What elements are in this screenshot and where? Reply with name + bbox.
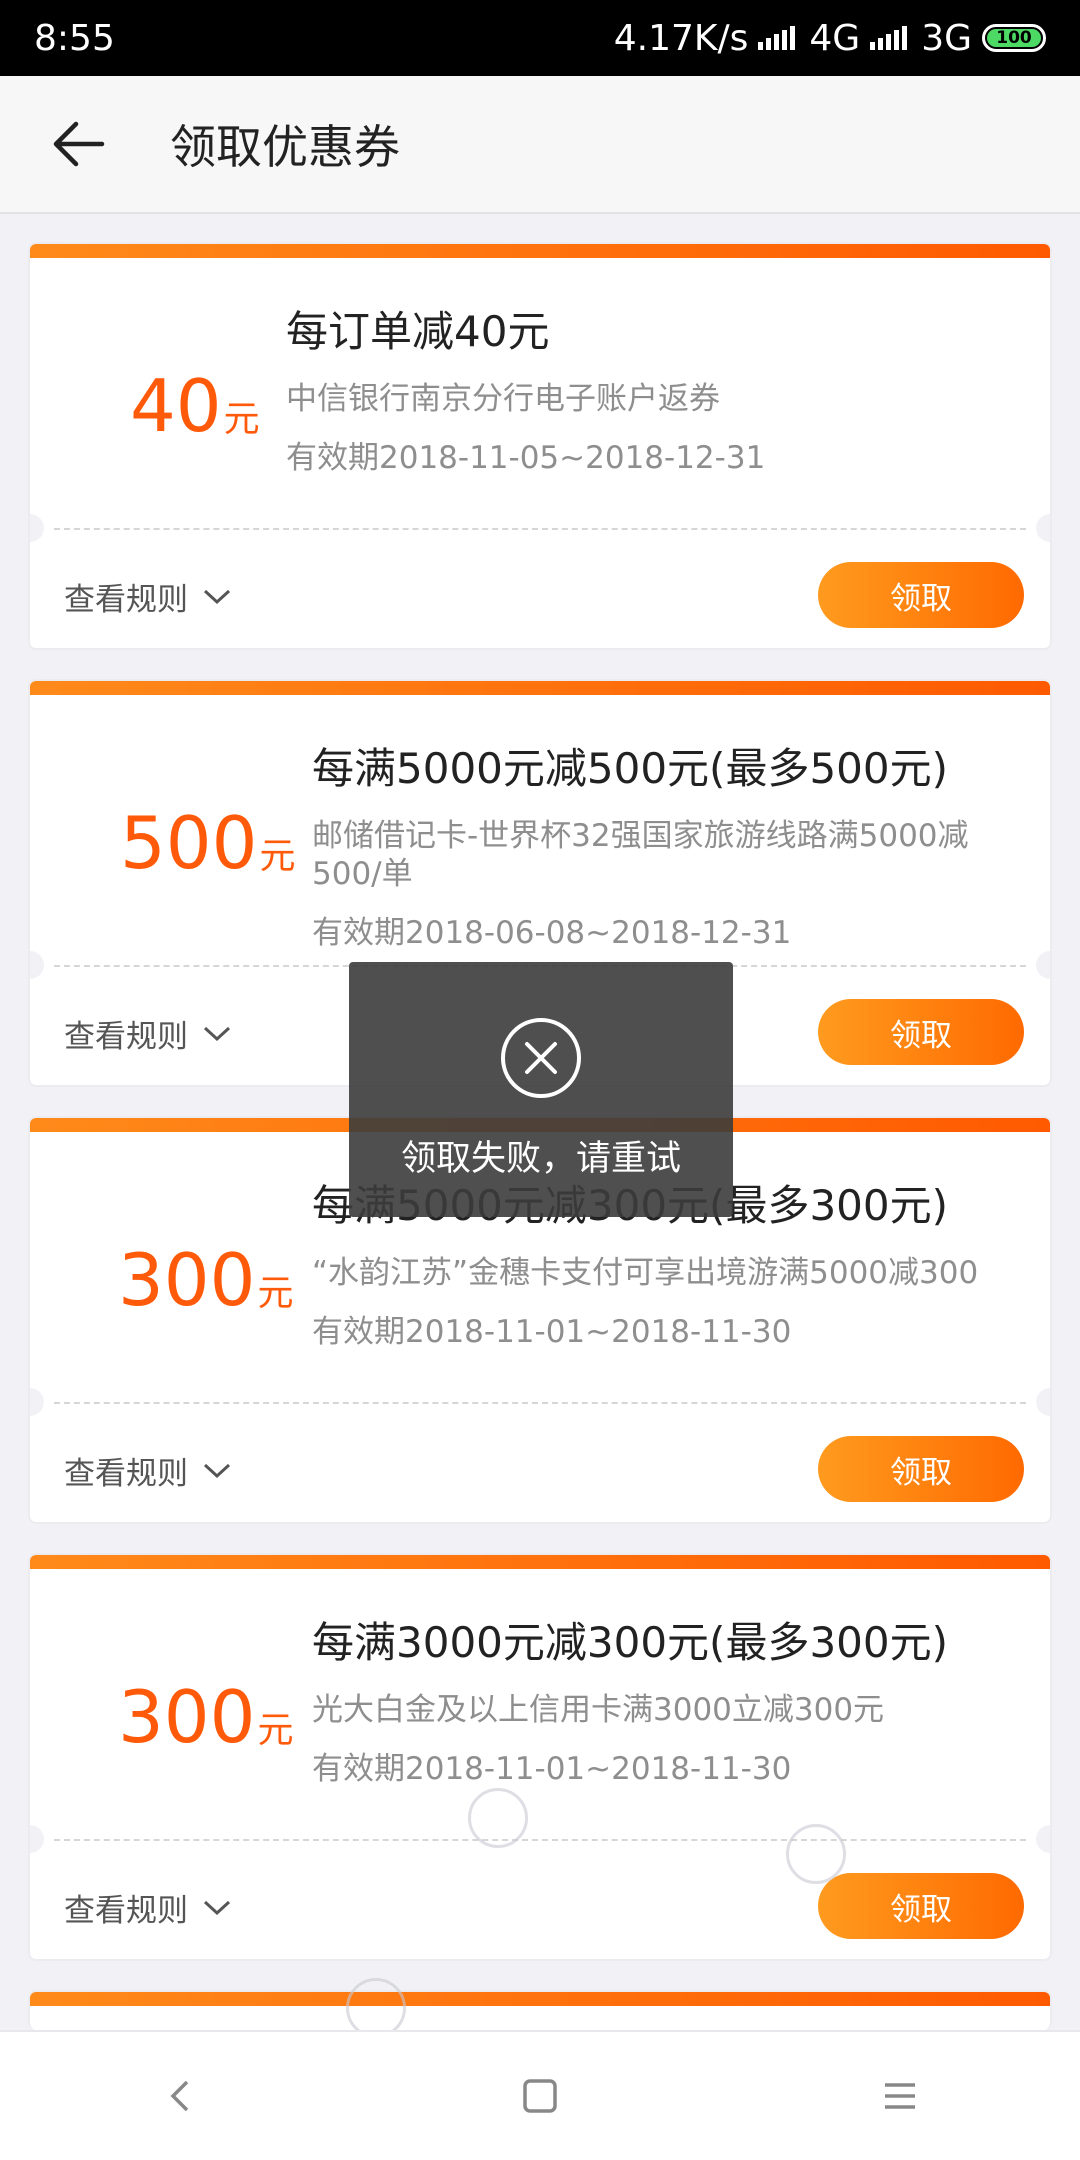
card-accent-bar: [30, 1555, 1050, 1569]
chevron-left-icon: [170, 2080, 189, 2112]
card-notch: [30, 1825, 44, 1853]
amount-value: 300: [118, 1238, 256, 1322]
chevron-down-icon: [203, 589, 231, 604]
coupon-card-partial: [28, 1990, 1052, 2030]
back-button[interactable]: [36, 102, 120, 186]
app-bar: 领取优惠券: [0, 76, 1080, 214]
coupon-desc: 光大白金及以上信用卡满3000立减300元: [312, 1692, 885, 1728]
card-notch: [30, 951, 44, 979]
coupon-card: 300 元 每满3000元减300元(最多300元) 光大白金及以上信用卡满300…: [28, 1553, 1052, 1961]
menu-icon: [885, 2083, 915, 2109]
claim-button[interactable]: 领取: [818, 999, 1024, 1065]
dashed-divider: [54, 1839, 1026, 1841]
coupon-amount: 40 元: [130, 364, 260, 448]
coupon-desc: 邮储借记卡-世界杯32强国家旅游线路满5000减500/单: [312, 818, 969, 892]
signal-icon-2: [870, 26, 908, 50]
coupon-validity: 有效期2018-11-01~2018-11-30: [312, 1314, 792, 1350]
coupon-amount: 300 元: [118, 1675, 293, 1759]
status-time: 8:55: [34, 17, 115, 59]
amount-unit: 元: [223, 399, 260, 440]
claim-button[interactable]: 领取: [818, 562, 1024, 628]
network-type-1: 4G: [809, 17, 861, 59]
dashed-divider: [54, 528, 1026, 530]
status-bar: 8:55 4.17K/s 4G 3G 100: [0, 0, 1080, 76]
nav-home-button[interactable]: [495, 2051, 585, 2141]
card-accent-bar: [30, 244, 1050, 258]
rules-label: 查看规则: [64, 1893, 188, 1929]
nav-menu-button[interactable]: [855, 2051, 945, 2141]
chevron-down-icon: [203, 1900, 231, 1915]
chevron-down-icon: [203, 1026, 231, 1041]
rules-label: 查看规则: [64, 1456, 188, 1492]
coupon-card: 40 元 每订单减40元 中信银行南京分行电子账户返券 有效期2018-11-05…: [28, 242, 1052, 650]
network-speed: 4.17K/s: [613, 17, 749, 59]
coupon-info: 每满5000元减500元(最多500元) 邮储借记卡-世界杯32强国家旅游线路满…: [312, 741, 1014, 952]
signal-icon: [758, 26, 796, 50]
coupon-title: 每满3000元减300元(最多300元): [312, 1618, 948, 1667]
dashed-divider: [54, 1402, 1026, 1404]
coupon-amount: 300 元: [118, 1238, 293, 1322]
coupon-info: 每订单减40元 中信银行南京分行电子账户返券 有效期2018-11-05~201…: [286, 304, 1014, 477]
card-notch: [30, 1388, 44, 1416]
amount-unit: 元: [257, 1710, 294, 1751]
amount-value: 40: [130, 364, 222, 448]
card-notch: [1036, 951, 1050, 979]
view-rules-toggle[interactable]: 查看规则: [64, 1885, 232, 1930]
touch-indicator: [346, 1978, 406, 2038]
error-toast: 领取失败，请重试: [349, 962, 733, 1217]
coupon-validity: 有效期2018-11-05~2018-12-31: [286, 440, 766, 476]
claim-button[interactable]: 领取: [818, 1873, 1024, 1939]
chevron-down-icon: [203, 1463, 231, 1478]
coupon-validity: 有效期2018-11-01~2018-11-30: [312, 1751, 792, 1787]
square-icon: [523, 2079, 557, 2113]
close-circle-icon: [501, 1018, 581, 1098]
claim-button[interactable]: 领取: [818, 1436, 1024, 1502]
amount-value: 300: [118, 1675, 256, 1759]
amount-value: 500: [120, 801, 258, 885]
network-type-2: 3G: [921, 17, 972, 59]
card-notch: [1036, 1388, 1050, 1416]
battery-level: 100: [987, 29, 1041, 47]
battery-icon: 100: [982, 24, 1046, 52]
card-notch: [30, 514, 44, 542]
nav-back-button[interactable]: [135, 2051, 225, 2141]
card-notch: [1036, 1825, 1050, 1853]
coupon-title: 每订单减40元: [286, 307, 550, 356]
status-indicators: 4.17K/s 4G 3G 100: [614, 18, 1046, 59]
coupon-validity: 有效期2018-06-08~2018-12-31: [312, 915, 792, 951]
rules-label: 查看规则: [64, 582, 188, 618]
system-nav-bar: [0, 2030, 1080, 2160]
card-notch: [1036, 514, 1050, 542]
touch-indicator: [786, 1824, 846, 1884]
coupon-amount: 500 元: [120, 801, 295, 885]
view-rules-toggle[interactable]: 查看规则: [64, 1011, 232, 1056]
card-accent-bar: [30, 681, 1050, 695]
touch-indicator: [468, 1788, 528, 1848]
view-rules-toggle[interactable]: 查看规则: [64, 1448, 232, 1493]
back-arrow-icon: [53, 121, 105, 167]
coupon-info: 每满3000元减300元(最多300元) 光大白金及以上信用卡满3000立减30…: [312, 1615, 1014, 1788]
view-rules-toggle[interactable]: 查看规则: [64, 574, 232, 619]
coupon-desc: “水韵江苏”金穗卡支付可享出境游满5000减300: [312, 1255, 979, 1291]
coupon-title: 每满5000元减500元(最多500元): [312, 744, 948, 793]
toast-message: 领取失败，请重试: [400, 1139, 681, 1179]
rules-label: 查看规则: [64, 1019, 188, 1055]
coupon-desc: 中信银行南京分行电子账户返券: [286, 381, 720, 417]
amount-unit: 元: [257, 1273, 294, 1314]
page-title: 领取优惠券: [170, 120, 400, 174]
card-accent-bar: [30, 1992, 1050, 2006]
amount-unit: 元: [259, 836, 296, 877]
